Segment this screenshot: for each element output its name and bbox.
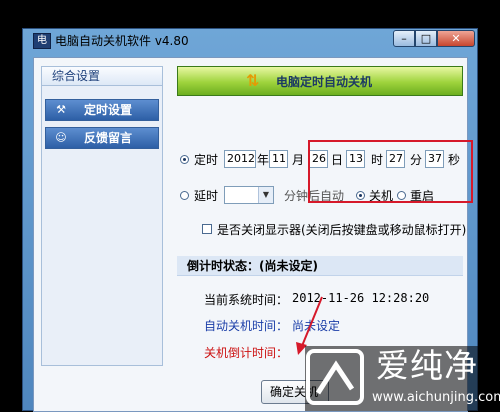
watermark-brand: 爱纯净: [376, 346, 478, 385]
watermark-logo-icon: [306, 349, 364, 405]
watermark-url: www.aichunjing.com: [372, 390, 500, 405]
